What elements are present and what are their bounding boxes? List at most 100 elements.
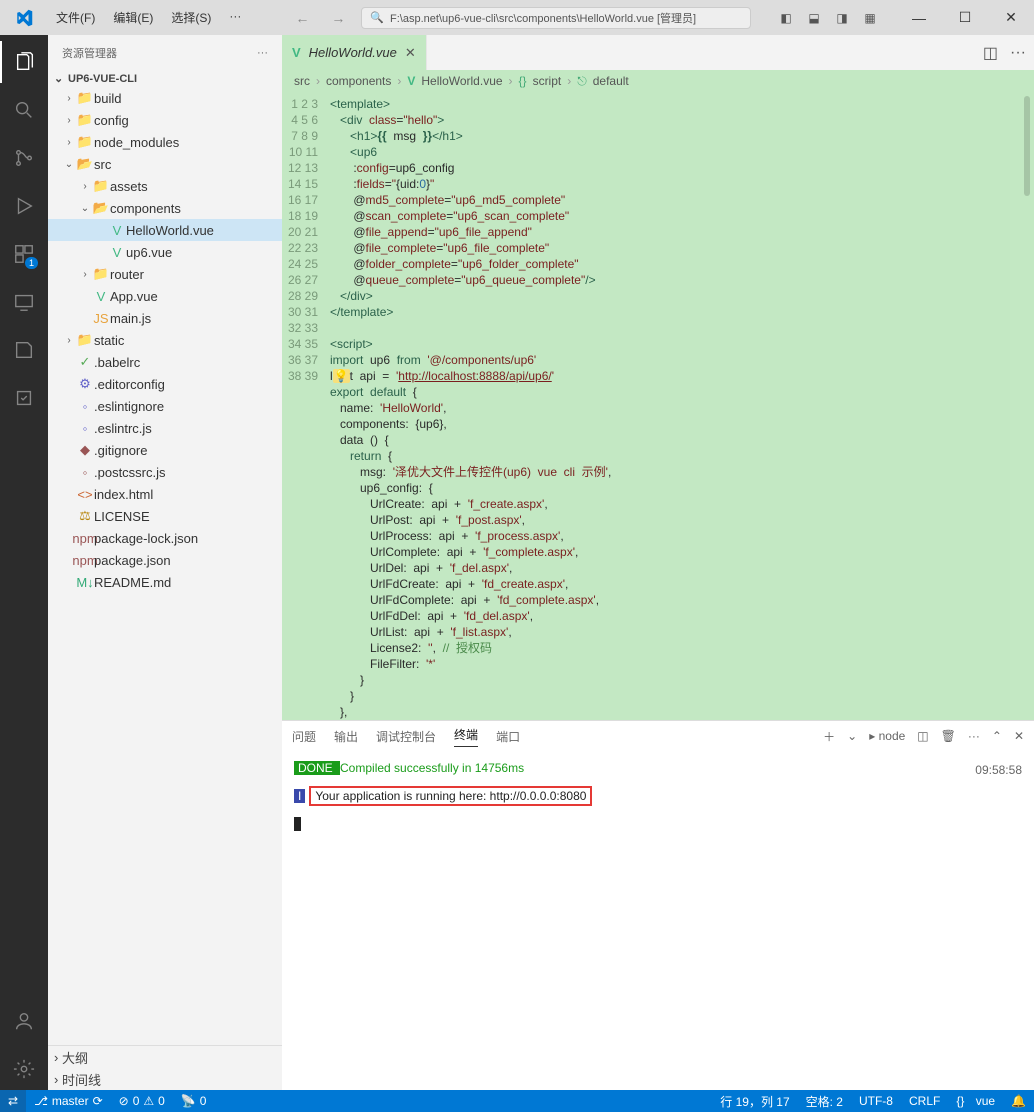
timeline-section[interactable]: › 时间线	[48, 1068, 282, 1090]
bottom-panel: 问题 输出 调试控制台 终端 端口 ＋ ⌄ ▸ node ◫ 🗑 ··· ⌃ ✕…	[282, 720, 1034, 1090]
code-content[interactable]: <template> <div class="hello"> <h1>{{ ms…	[326, 92, 1034, 720]
tree-item[interactable]: ◦.eslintignore	[48, 395, 282, 417]
window-maximize-icon[interactable]: ☐	[942, 9, 988, 26]
search-icon: 🔍	[370, 11, 384, 24]
scrollbar[interactable]	[1024, 96, 1030, 196]
layout-primary-icon[interactable]: ◧	[774, 6, 798, 30]
crumb-file[interactable]: HelloWorld.vue	[421, 74, 502, 88]
tree-item[interactable]: ◆.gitignore	[48, 439, 282, 461]
ports-count[interactable]: 📡0	[173, 1094, 215, 1108]
panel-more-icon[interactable]: ···	[968, 729, 980, 743]
menu-select[interactable]: 选择(S)	[163, 5, 219, 30]
remote-icon: ⇄	[8, 1094, 18, 1108]
language-mode[interactable]: {} vue	[948, 1093, 1003, 1110]
tree-item[interactable]: ✓.babelrc	[48, 351, 282, 373]
cursor-position[interactable]: 行 19，列 17	[712, 1093, 797, 1110]
panel-tab-debug[interactable]: 调试控制台	[376, 728, 436, 745]
kill-terminal-icon[interactable]: 🗑	[941, 729, 956, 743]
tree-item[interactable]: M↓README.md	[48, 571, 282, 593]
activity-account-icon[interactable]	[0, 1000, 48, 1042]
tree-item[interactable]: ›📁router	[48, 263, 282, 285]
panel-tab-output[interactable]: 输出	[334, 728, 358, 745]
eol[interactable]: CRLF	[901, 1093, 948, 1110]
nav-back-icon[interactable]: ←	[289, 10, 315, 26]
notifications-icon[interactable]: 🔔	[1003, 1093, 1034, 1110]
crumb-script[interactable]: script	[533, 74, 562, 88]
breadcrumb[interactable]: src› components› VHelloWorld.vue› {}scri…	[282, 70, 1034, 92]
nav-forward-icon[interactable]: →	[325, 10, 351, 26]
indentation[interactable]: 空格: 2	[798, 1093, 851, 1110]
encoding[interactable]: UTF-8	[851, 1093, 901, 1110]
command-center-text: F:\asp.net\up6-vue-cli\src\components\He…	[390, 10, 696, 26]
activity-settings-icon[interactable]	[0, 1048, 48, 1090]
tree-item[interactable]: ◦.eslintrc.js	[48, 417, 282, 439]
layout-custom-icon[interactable]: ▦	[858, 6, 882, 30]
split-terminal-icon[interactable]: ◫	[917, 729, 928, 743]
sidebar-more-icon[interactable]: ···	[257, 47, 268, 59]
activity-scm-icon[interactable]	[0, 137, 48, 179]
tree-item[interactable]: ⌄📂components	[48, 197, 282, 219]
crumb-src[interactable]: src	[294, 74, 310, 88]
activity-explorer-icon[interactable]	[0, 41, 48, 83]
tree-item[interactable]: VApp.vue	[48, 285, 282, 307]
menu-file[interactable]: 文件(F)	[48, 5, 103, 30]
remote-indicator[interactable]: ⇄	[0, 1090, 26, 1112]
tree-item[interactable]: ⌄📂src	[48, 153, 282, 175]
activity-extensions-icon[interactable]: 1	[0, 233, 48, 275]
tree-item[interactable]: VHelloWorld.vue	[48, 219, 282, 241]
panel-tab-ports[interactable]: 端口	[496, 728, 520, 745]
layout-secondary-icon[interactable]: ◨	[830, 6, 854, 30]
editor-more-icon[interactable]: ···	[1010, 44, 1026, 62]
tree-item[interactable]: ›📁config	[48, 109, 282, 131]
panel-tab-problems[interactable]: 问题	[292, 728, 316, 745]
new-terminal-icon[interactable]: ＋	[823, 728, 835, 745]
crumb-components[interactable]: components	[326, 74, 391, 88]
tree-item[interactable]: <>index.html	[48, 483, 282, 505]
activity-bar: 1	[0, 35, 48, 1090]
command-center[interactable]: 🔍 F:\asp.net\up6-vue-cli\src\components\…	[361, 7, 751, 29]
tree-item[interactable]: ◦.postcssrc.js	[48, 461, 282, 483]
outline-label: 大纲	[62, 1048, 88, 1067]
tree-item[interactable]: ›📁build	[48, 87, 282, 109]
sync-icon[interactable]: ⟳	[93, 1094, 103, 1108]
braces-icon: {}	[956, 1094, 964, 1108]
editor-tab[interactable]: V HelloWorld.vue ✕	[282, 35, 427, 70]
tree-item[interactable]: ⚖LICENSE	[48, 505, 282, 527]
activity-debug-icon[interactable]	[0, 185, 48, 227]
tree-item[interactable]: npmpackage-lock.json	[48, 527, 282, 549]
menu-more[interactable]: ···	[221, 5, 249, 30]
terminal-task-label[interactable]: ▸ node	[869, 729, 905, 743]
activity-search-icon[interactable]	[0, 89, 48, 131]
tab-filename: HelloWorld.vue	[309, 45, 397, 60]
tree-item[interactable]: ›📁static	[48, 329, 282, 351]
panel-tab-terminal[interactable]: 终端	[454, 726, 478, 747]
tree-item[interactable]: ›📁assets	[48, 175, 282, 197]
terminal[interactable]: 09:58:58 DONE Compiled successfully in 1…	[282, 751, 1034, 1090]
split-editor-icon[interactable]: ◫	[983, 43, 998, 63]
crumb-default[interactable]: default	[593, 74, 629, 88]
tree-item[interactable]: ›📁node_modules	[48, 131, 282, 153]
terminal-dropdown-icon[interactable]: ⌄	[847, 729, 857, 743]
panel-maximize-icon[interactable]: ⌃	[992, 729, 1002, 743]
activity-remote-icon[interactable]	[0, 281, 48, 323]
window-controls: ◧ ⬓ ◨ ▦ — ☐ ✕	[772, 6, 1034, 30]
outline-section[interactable]: › 大纲	[48, 1046, 282, 1068]
tab-close-icon[interactable]: ✕	[405, 45, 416, 61]
code-editor[interactable]: 1 2 3 4 5 6 7 8 9 10 11 12 13 14 15 16 1…	[282, 92, 1034, 720]
menu-edit[interactable]: 编辑(E)	[105, 5, 161, 30]
activity-testing-icon[interactable]	[0, 329, 48, 371]
title-bar: 文件(F) 编辑(E) 选择(S) ··· ← → 🔍 F:\asp.net\u…	[0, 0, 1034, 35]
history-nav: ← →	[289, 10, 351, 26]
layout-panel-icon[interactable]: ⬓	[802, 6, 826, 30]
problems-count[interactable]: ⊘0 ⚠0	[111, 1094, 173, 1108]
window-close-icon[interactable]: ✕	[988, 9, 1034, 26]
tree-item[interactable]: npmpackage.json	[48, 549, 282, 571]
window-minimize-icon[interactable]: —	[896, 10, 942, 26]
git-branch[interactable]: ⎇master ⟳	[26, 1094, 111, 1108]
project-header[interactable]: ⌄ UP6-VUE-CLI	[48, 70, 282, 87]
tree-item[interactable]: JSmain.js	[48, 307, 282, 329]
tree-item[interactable]: Vup6.vue	[48, 241, 282, 263]
tree-item[interactable]: ⚙.editorconfig	[48, 373, 282, 395]
panel-close-icon[interactable]: ✕	[1014, 729, 1024, 743]
activity-other-icon[interactable]	[0, 377, 48, 419]
